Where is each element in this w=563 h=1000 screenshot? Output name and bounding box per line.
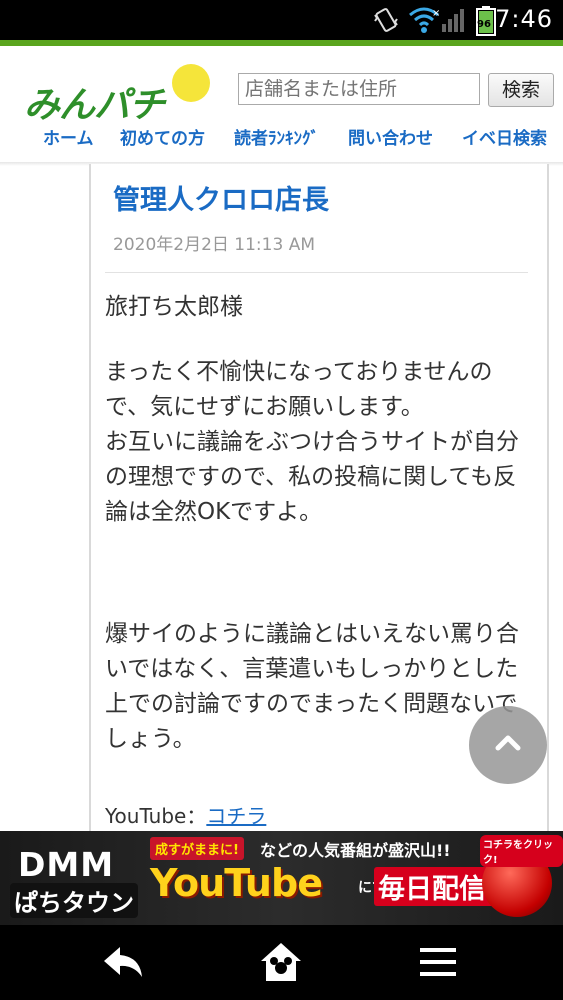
menu-icon[interactable] [416,939,460,989]
ad-click-label: コチラをクリック! [480,835,563,867]
comment-author[interactable]: 管理人クロロ店長 [113,178,329,217]
battery-icon: 96 [476,6,496,40]
nav-item-ranking[interactable]: 読者ﾗﾝｷﾝｸﾞ [234,124,319,149]
system-nav-bar [0,925,563,1000]
status-bar: × 96 7:46 [0,0,563,40]
logo-dot [172,64,210,102]
vibrate-icon [372,6,400,38]
comment-divider [105,272,528,273]
search-input[interactable] [238,73,480,105]
signal-icon [440,6,466,38]
nav-item-home[interactable]: ホーム [43,124,94,149]
ad-brand: DMM [18,845,115,884]
nav-item-contact[interactable]: 問い合わせ [348,124,433,149]
scroll-top-button[interactable] [469,706,547,784]
chevron-up-icon [495,735,521,751]
comment-paragraph-1: まったく不愉快になっておりませんので、気にせずにお願いします。 お互いに議論をぶ… [105,359,519,525]
search-button[interactable]: 検索 [488,73,554,107]
nav-item-beginners[interactable]: 初めての方 [120,124,205,149]
ad-youtube-text: YouTube [150,861,323,905]
battery-level: 96 [477,19,491,30]
youtube-link[interactable]: コチラ [206,804,266,828]
svg-text:×: × [432,8,440,19]
comment-date: 2020年2月2日 11:13 AM [113,235,315,255]
site-logo[interactable]: みんパチ [24,64,214,126]
back-icon[interactable] [100,939,146,989]
main-nav: ホーム 初めての方 読者ﾗﾝｷﾝｸﾞ 問い合わせ イベ日検索 [0,124,563,152]
clock: 7:46 [495,5,553,33]
nav-item-event-search[interactable]: イベ日検索 [462,124,547,149]
ad-banner[interactable]: DMM ぱちタウン 成すがままに! などの人気番組が盛沢山!! YouTube … [0,831,563,925]
comment-paragraph-2: 爆サイのように議論とはいえない罵り合いではなく、言葉遣いもしっかりとした上での討… [105,621,519,752]
wifi-icon: × [408,6,440,38]
site-header: みんパチ 検索 ホーム 初めての方 読者ﾗﾝｷﾝｸﾞ 問い合わせ イベ日検索 [0,46,563,162]
youtube-label: YouTube： [105,804,207,828]
comment-greeting: 旅打ち太郎様 [105,294,243,320]
youtube-line: YouTube：コチラ [105,800,266,829]
home-icon[interactable] [258,939,304,989]
ad-brand-sub: ぱちタウン [10,883,138,918]
logo-text: みんパチ [24,85,165,126]
ad-headline: などの人気番組が盛沢山!! [260,841,451,860]
ad-badge: 成すがままに! [150,837,244,860]
